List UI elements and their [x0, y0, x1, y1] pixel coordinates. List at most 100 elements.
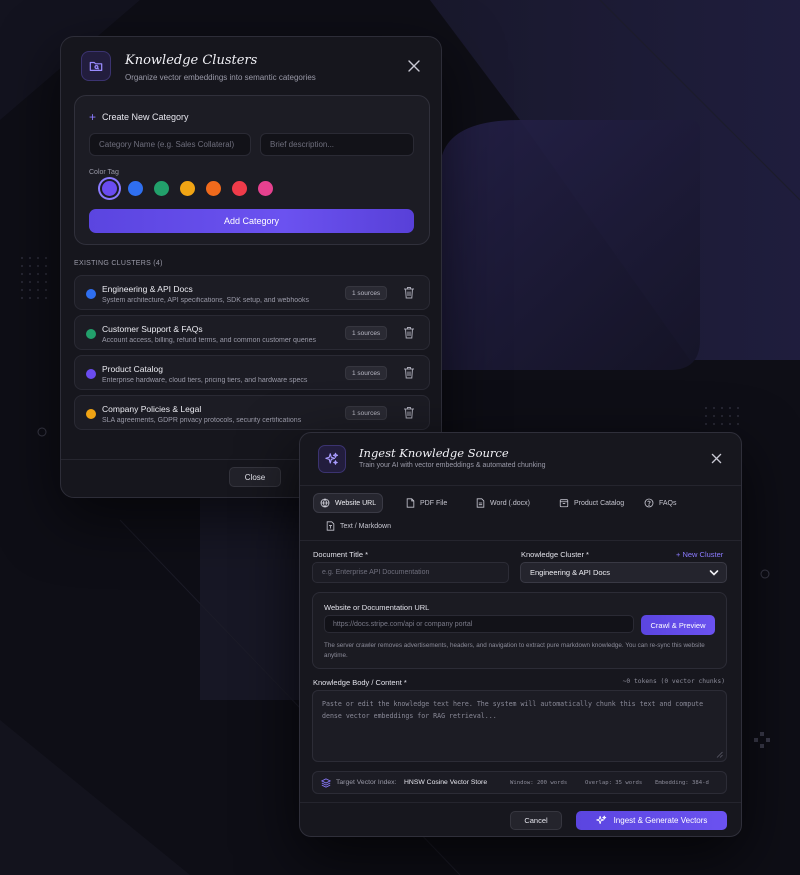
globe-icon	[320, 498, 330, 508]
ingest-button-label: Ingest & Generate Vectors	[613, 816, 708, 825]
embedding-dim: Embedding: 384-d	[655, 780, 709, 786]
tab-product-catalog[interactable]: Product Catalog	[553, 493, 630, 513]
overlap-size: Overlap: 35 words	[585, 780, 643, 786]
tab-label: Text / Markdown	[340, 522, 391, 530]
trash-icon[interactable]	[403, 286, 415, 299]
color-swatch[interactable]	[258, 181, 273, 196]
close-icon[interactable]	[711, 453, 722, 464]
create-category-panel: + Create New Category Category Name (e.g…	[74, 95, 430, 245]
selected-cluster: Engineering & API Docs	[530, 568, 611, 577]
plus-icon: +	[89, 109, 97, 124]
knowledge-body-textarea[interactable]: Paste or edit the knowledge text here. T…	[312, 690, 727, 762]
help-circle-icon	[644, 498, 654, 508]
trash-icon[interactable]	[403, 326, 415, 339]
file-icon	[406, 498, 415, 508]
tab-label: Product Catalog	[574, 499, 625, 507]
folder-icon	[81, 51, 111, 81]
tab-label: Word (.docx)	[490, 499, 530, 507]
textarea-placeholder: Paste or edit the knowledge text here. T…	[322, 700, 704, 720]
new-cluster-link[interactable]: + New Cluster	[676, 550, 723, 559]
modal-subtitle: Organize vector embeddings into semantic…	[125, 73, 316, 82]
cluster-name: Engineering & API Docs	[102, 284, 193, 294]
ingest-title: Ingest Knowledge Source	[359, 446, 509, 460]
ingest-generate-button[interactable]: Ingest & Generate Vectors	[576, 811, 727, 830]
trash-icon[interactable]	[403, 406, 415, 419]
vector-index-label: Target Vector Index:	[336, 779, 397, 786]
modal-title: Knowledge Clusters	[125, 53, 258, 68]
create-category-heading: + Create New Category	[89, 109, 189, 124]
cluster-color-dot	[86, 329, 96, 339]
box-icon	[559, 499, 569, 508]
knowledge-body-label: Knowledge Body / Content *	[313, 678, 407, 687]
close-button[interactable]: Close	[229, 467, 281, 487]
resize-handle-icon[interactable]	[716, 751, 723, 758]
add-category-button[interactable]: Add Category	[89, 209, 414, 233]
cluster-color-dot	[86, 369, 96, 379]
trash-icon[interactable]	[403, 366, 415, 379]
color-swatch[interactable]	[206, 181, 221, 196]
cancel-button[interactable]: Cancel	[510, 811, 562, 830]
vector-index-value: HNSW Cosine Vector Store	[404, 779, 488, 786]
tab-pdf-file[interactable]: PDF File	[400, 493, 453, 513]
cluster-item[interactable]: Engineering & API Docs System architectur…	[74, 275, 430, 310]
sparkles-icon	[595, 815, 606, 825]
modal-header: Knowledge Clusters Organize vector embed…	[81, 51, 421, 95]
chevron-down-icon	[709, 570, 719, 576]
cluster-name: Customer Support & FAQs	[102, 324, 203, 334]
create-category-label: Create New Category	[102, 112, 189, 122]
document-title-input[interactable]: e.g. Enterprise API Documentation	[312, 562, 509, 583]
layers-icon	[321, 778, 331, 788]
sources-badge: 1 sources	[345, 406, 388, 420]
cluster-item[interactable]: Customer Support & FAQs Account access, b…	[74, 315, 430, 350]
sources-badge: 1 sources	[345, 326, 388, 340]
tab-label: FAQs	[659, 499, 677, 507]
sources-badge: 1 sources	[345, 366, 388, 380]
document-title-label: Document Title *	[313, 550, 369, 559]
window-size: Window: 200 words	[510, 780, 568, 786]
url-panel: Website or Documentation URL https://doc…	[312, 592, 727, 669]
color-swatch[interactable]	[180, 181, 195, 196]
sources-badge: 1 sources	[345, 286, 388, 300]
ingest-subtitle: Train your AI with vector embeddings & a…	[359, 462, 546, 469]
cluster-description: Enterprise hardware, cloud tiers, pricin…	[102, 377, 308, 384]
url-label: Website or Documentation URL	[324, 603, 430, 612]
cluster-color-dot	[86, 409, 96, 419]
color-swatch[interactable]	[102, 181, 117, 196]
ingest-source-modal: Ingest Knowledge Source Train your AI wi…	[299, 432, 742, 837]
url-input[interactable]: https://docs.stripe.com/api or company p…	[324, 615, 634, 633]
cluster-description: Account access, billing, refund terms, a…	[102, 337, 316, 344]
sparkles-icon	[318, 445, 346, 473]
crawl-preview-button[interactable]: Crawl & Preview	[641, 615, 715, 635]
cluster-name: Company Policies & Legal	[102, 404, 202, 414]
ingest-footer: Cancel Ingest & Generate Vectors	[300, 802, 741, 836]
color-swatch[interactable]	[232, 181, 247, 196]
knowledge-cluster-select[interactable]: Engineering & API Docs	[520, 562, 727, 583]
color-swatch[interactable]	[128, 181, 143, 196]
text-file-icon	[326, 521, 335, 531]
tab-label: PDF File	[420, 499, 448, 507]
cluster-color-dot	[86, 289, 96, 299]
cluster-item[interactable]: Company Policies & Legal SLA agreements, …	[74, 395, 430, 430]
tab-label: Website URL	[335, 499, 377, 507]
url-help-text: The server crawler removes advertisement…	[324, 642, 705, 659]
close-icon[interactable]	[407, 59, 421, 73]
token-count: ~0 tokens (0 vector chunks)	[622, 678, 725, 685]
source-type-tabs: Website URL PDF File Word (.docx) Produc…	[300, 485, 741, 541]
knowledge-cluster-label: Knowledge Cluster *	[521, 550, 589, 559]
color-swatch[interactable]	[154, 181, 169, 196]
cluster-description: SLA agreements, GDPR privacy protocols, …	[102, 417, 302, 424]
category-name-input[interactable]: Category Name (e.g. Sales Collateral)	[89, 133, 251, 156]
cluster-item[interactable]: Product Catalog Enterprise hardware, clou…	[74, 355, 430, 390]
cluster-name: Product Catalog	[102, 364, 163, 374]
tab-website-url[interactable]: Website URL	[313, 493, 384, 513]
tab-word-docx[interactable]: Word (.docx)	[470, 493, 536, 513]
color-tag-label: Color Tag	[89, 169, 119, 176]
existing-clusters-label: EXISTING CLUSTERS (4)	[74, 260, 163, 267]
category-description-input[interactable]: Brief description...	[260, 133, 414, 156]
tab-text-markdown[interactable]: Text / Markdown	[320, 516, 397, 536]
tab-faqs[interactable]: FAQs	[638, 493, 683, 513]
vector-index-bar: Target Vector Index: HNSW Cosine Vector …	[312, 771, 727, 794]
document-icon	[476, 498, 485, 508]
color-swatches	[102, 181, 273, 196]
knowledge-clusters-modal: Knowledge Clusters Organize vector embed…	[60, 36, 442, 498]
